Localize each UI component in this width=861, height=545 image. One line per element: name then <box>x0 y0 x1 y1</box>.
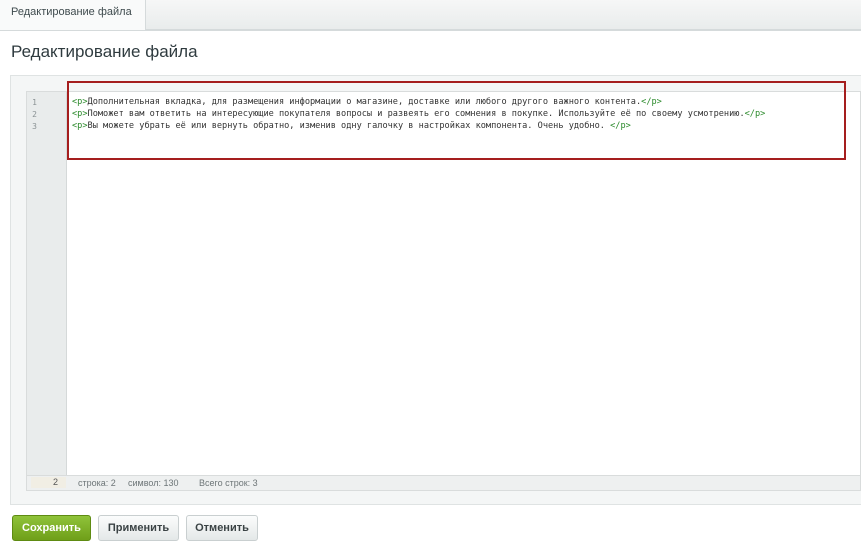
close-tag: </p> <box>610 121 631 131</box>
close-tag: </p> <box>744 109 766 119</box>
page-title: Редактирование файла <box>11 42 198 61</box>
line-number: 1 <box>32 98 37 107</box>
status-total-lines: Всего строк: 3 <box>199 478 258 488</box>
code-line[interactable]: <p>Дополнительная вкладка, для размещени… <box>72 97 662 107</box>
tab-edit-file[interactable]: Редактирование файла <box>0 0 146 30</box>
open-tag: <p> <box>72 109 88 119</box>
save-button[interactable]: Сохранить <box>12 515 91 541</box>
code-editor[interactable]: 1 2 3 <p>Дополнительная вкладка, для раз… <box>26 81 861 476</box>
line-number-gutter: 1 2 3 <box>27 92 67 475</box>
code-line[interactable]: <p>Поможет вам ответить на интересующие … <box>72 109 765 119</box>
line-number: 3 <box>32 122 37 131</box>
code-text: Поможет вам ответить на интересующие пок… <box>87 109 745 119</box>
current-line-indicator: 2 <box>31 477 66 488</box>
status-line: строка: 2 <box>78 478 116 488</box>
close-tag: </p> <box>641 97 662 107</box>
code-text: Дополнительная вкладка, для размещения и… <box>87 97 642 107</box>
cancel-button[interactable]: Отменить <box>186 515 258 541</box>
apply-button[interactable]: Применить <box>98 515 179 541</box>
status-char: символ: 130 <box>128 478 179 488</box>
open-tag: <p> <box>72 121 88 131</box>
code-line[interactable]: <p>Вы можете убрать её или вернуть обрат… <box>72 121 631 131</box>
top-tab-bar: Редактирование файла <box>0 0 861 31</box>
open-tag: <p> <box>72 97 88 107</box>
code-text: Вы можете убрать её или вернуть обратно,… <box>87 121 611 131</box>
editor-status-bar: 2 строка: 2 символ: 130 Всего строк: 3 <box>26 476 861 491</box>
line-number: 2 <box>32 110 37 119</box>
